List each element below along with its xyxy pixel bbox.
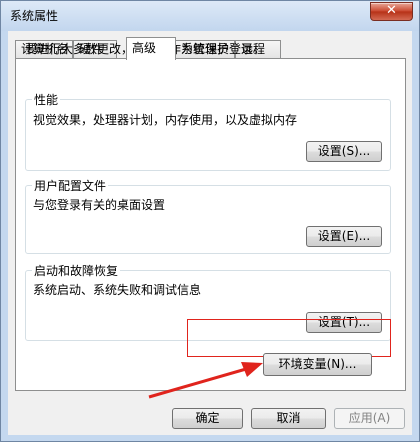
title-bar[interactable]: 系统属性 ✕ [1,1,419,31]
close-icon: ✕ [386,3,397,18]
ok-button[interactable]: 确定 [172,408,243,429]
group-performance-desc: 视觉效果，处理器计划，内存使用，以及虚拟内存 [33,113,298,127]
arrow-annotation-icon [148,362,263,399]
window-title: 系统属性 [10,9,59,23]
group-profiles-desc: 与您登录有关的桌面设置 [33,198,166,212]
group-performance-title: 性能 [32,91,61,108]
cancel-button[interactable]: 取消 [251,408,326,429]
apply-button[interactable]: 应用(A) [334,408,405,429]
performance-settings-button[interactable]: 设置(S)... [306,141,382,162]
system-properties-window: 系统属性 ✕ 计算机名 硬件 高级 系统保护 远程 要进行大多数更改，您必须作为… [0,0,420,442]
tab-advanced[interactable]: 高级 [126,37,176,60]
environment-variables-button[interactable]: 环境变量(N)... [263,353,372,376]
close-button[interactable]: ✕ [370,2,413,21]
group-startup-title: 启动和故障恢复 [32,262,121,279]
group-profiles-title: 用户配置文件 [32,177,109,194]
group-startup-desc: 系统启动、系统失败和调试信息 [33,283,202,297]
profiles-settings-button[interactable]: 设置(E)... [306,226,382,247]
